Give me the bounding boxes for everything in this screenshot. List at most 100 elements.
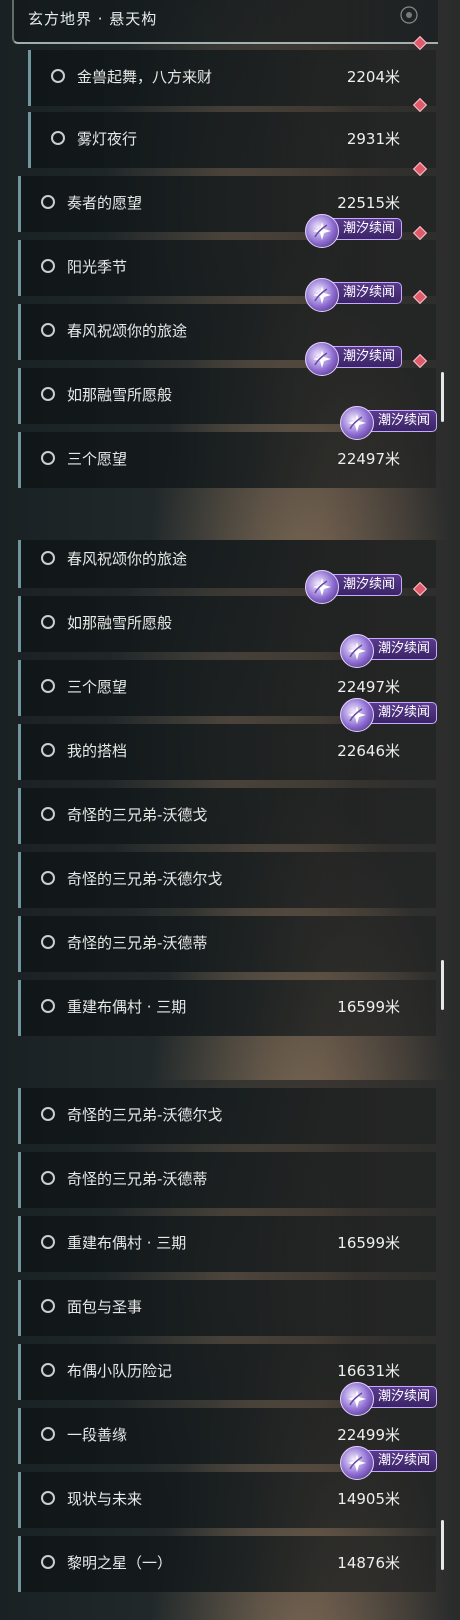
badge-label: 潮汐续闻 [343,349,396,364]
quest-distance: 22497米 [337,450,400,468]
quest-title: 布偶小队历险记 [67,1362,173,1380]
quest-title: 一段善缘 [67,1426,128,1444]
quest-title: 现状与未来 [67,1490,143,1508]
radio-circle-icon[interactable] [41,1171,55,1185]
radio-circle-icon[interactable] [41,679,55,693]
quest-distance: 22515米 [337,194,400,212]
quest-row[interactable]: 面包与圣事 [18,1280,436,1336]
quest-row[interactable]: 奇怪的三兄弟-沃德蒂 [18,916,436,972]
sparkle-icon [340,1382,374,1416]
quest-row[interactable]: 雾灯夜行 2931米 [28,112,436,168]
radio-circle-icon[interactable] [41,451,55,465]
radio-circle-icon[interactable] [41,323,55,337]
quest-row[interactable]: 奇怪的三兄弟-沃德尔戈 [18,852,436,908]
quest-title: 雾灯夜行 [77,130,138,148]
quest-row[interactable]: 重建布偶村 · 三期 16599米 [18,1216,436,1272]
quest-distance: 22499米 [337,1426,400,1444]
radio-circle-icon[interactable] [41,999,55,1013]
radio-circle-icon[interactable] [41,1491,55,1505]
quest-title: 三个愿望 [67,678,128,696]
sparkle-icon [340,698,374,732]
quest-list-panel-3: 奇怪的三兄弟-沃德尔戈 奇怪的三兄弟-沃德蒂重建布偶村 · 三期 16599米 面包与… [0,1080,460,1620]
sparkle-icon [340,406,374,440]
scrollbar-thumb[interactable] [441,1520,444,1570]
quest-row[interactable]: 金兽起舞，八方来财 2204米 [28,50,436,106]
quest-distance: 14876米 [337,1554,400,1572]
quest-distance: 22646米 [337,742,400,760]
quest-title: 奇怪的三兄弟-沃德蒂 [67,934,208,952]
radio-circle-icon[interactable] [51,131,65,145]
tidal-tales-badge: 潮汐续闻 [305,278,403,312]
quest-distance: 16631米 [337,1362,400,1380]
radio-circle-icon[interactable] [41,259,55,273]
quest-title: 奇怪的三兄弟-沃德蒂 [67,1170,208,1188]
quest-title: 重建布偶村 · 三期 [67,1234,187,1252]
quest-title: 三个愿望 [67,450,128,468]
quest-title: 奇怪的三兄弟-沃德尔戈 [67,1106,223,1124]
sparkle-icon [305,214,339,248]
quest-distance: 2204米 [346,68,400,86]
scrollbar-thumb[interactable] [441,960,444,1010]
radio-circle-icon[interactable] [41,807,55,821]
quest-distance: 2931米 [346,130,400,148]
region-emblem-icon [400,6,418,24]
badge-label: 潮汐续闻 [378,1389,431,1404]
quest-title: 春风祝颂你的旅途 [67,550,188,568]
quest-distance: 14905米 [337,1490,400,1508]
radio-circle-icon[interactable] [41,935,55,949]
quest-row[interactable]: 重建布偶村 · 三期 16599米 [18,980,436,1036]
sparkle-icon [305,342,339,376]
quest-title: 如那融雪所愿般 [67,614,173,632]
tidal-tales-badge: 潮汐续闻 [305,570,403,604]
radio-circle-icon[interactable] [41,387,55,401]
region-title: 玄方地界 · 悬天构 [28,10,158,28]
quest-row[interactable]: 三个愿望 22497米 [18,432,436,488]
radio-circle-icon[interactable] [41,871,55,885]
badge-label: 潮汐续闻 [378,413,431,428]
scrollbar-thumb[interactable] [441,372,444,422]
radio-circle-icon[interactable] [41,1363,55,1377]
quest-row[interactable]: 奇怪的三兄弟-沃德尔戈 [18,1088,436,1144]
radio-circle-icon[interactable] [51,69,65,83]
badge-label: 潮汐续闻 [378,1453,431,1468]
tidal-tales-badge: 潮汐续闻 [305,214,403,248]
quest-row[interactable]: 现状与未来 14905米 [18,1472,436,1528]
quest-title: 奇怪的三兄弟-沃德戈 [67,806,208,824]
sparkle-icon [340,1446,374,1480]
quest-list-panel-1: 玄方地界 · 悬天构 金兽起舞，八方来财 2204米雾灯夜行 2931米奏者的愿望 2… [0,0,460,540]
radio-circle-icon[interactable] [41,1555,55,1569]
quest-title: 黎明之星（一） [67,1554,173,1572]
tidal-tales-badge: 潮汐续闻 [340,698,438,732]
quest-title: 阳光季节 [67,258,128,276]
radio-circle-icon[interactable] [41,195,55,209]
quest-distance: 16599米 [337,998,400,1016]
tidal-tales-badge: 潮汐续闻 [305,342,403,376]
sparkle-icon [305,278,339,312]
quest-row[interactable]: 黎明之星（一） 14876米 [18,1536,436,1592]
radio-circle-icon[interactable] [41,551,55,565]
radio-circle-icon[interactable] [41,1299,55,1313]
quest-title: 奇怪的三兄弟-沃德尔戈 [67,870,223,888]
tidal-tales-badge: 潮汐续闻 [340,1382,438,1416]
badge-label: 潮汐续闻 [378,641,431,656]
quest-row[interactable]: 奇怪的三兄弟-沃德蒂 [18,1152,436,1208]
quest-title: 金兽起舞，八方来财 [77,68,213,86]
radio-circle-icon[interactable] [41,1427,55,1441]
radio-circle-icon[interactable] [41,743,55,757]
radio-circle-icon[interactable] [41,1107,55,1121]
radio-circle-icon[interactable] [41,1235,55,1249]
badge-label: 潮汐续闻 [378,705,431,720]
sparkle-icon [305,570,339,604]
quest-list-panel-2: 春风祝颂你的旅途潮汐续闻如那融雪所愿般潮汐续闻三个愿望22497米潮汐续闻我的搭… [0,540,460,1080]
region-header: 玄方地界 · 悬天构 [12,0,438,44]
quest-title: 奏者的愿望 [67,194,143,212]
tidal-tales-badge: 潮汐续闻 [340,1446,438,1480]
radio-circle-icon[interactable] [41,615,55,629]
quest-title: 我的搭档 [67,742,128,760]
tidal-tales-badge: 潮汐续闻 [340,406,438,440]
quest-title: 重建布偶村 · 三期 [67,998,187,1016]
badge-label: 潮汐续闻 [343,285,396,300]
tidal-tales-badge: 潮汐续闻 [340,634,438,668]
quest-row[interactable]: 奇怪的三兄弟-沃德戈 [18,788,436,844]
quest-row[interactable]: 我的搭档 22646米 [18,724,436,780]
